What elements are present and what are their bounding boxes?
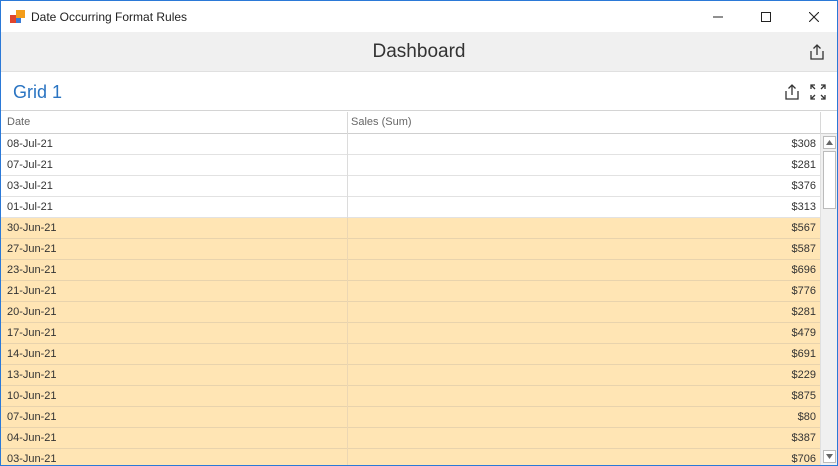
grid-item-header: Grid 1 xyxy=(1,73,837,111)
cell-divider xyxy=(347,302,348,323)
column-header-date[interactable]: Date xyxy=(7,116,30,128)
cell-date: 03-Jun-21 xyxy=(7,453,57,465)
scroll-thumb[interactable] xyxy=(823,151,836,209)
table-row[interactable]: 13-Jun-21 $229 xyxy=(1,365,820,386)
table-row[interactable]: 21-Jun-21 $776 xyxy=(1,281,820,302)
minimize-button[interactable] xyxy=(695,1,741,32)
cell-date: 20-Jun-21 xyxy=(7,306,57,318)
column-divider xyxy=(820,112,821,134)
cell-sales: $691 xyxy=(791,348,816,360)
cell-divider xyxy=(347,134,348,155)
cell-divider xyxy=(347,197,348,218)
cell-sales: $281 xyxy=(791,306,816,318)
cell-divider xyxy=(347,239,348,260)
dashboard-header: Dashboard xyxy=(1,32,837,72)
cell-sales: $587 xyxy=(791,243,816,255)
grid-title: Grid 1 xyxy=(13,82,63,102)
cell-divider xyxy=(347,386,348,407)
table-row[interactable]: 14-Jun-21 $691 xyxy=(1,344,820,365)
table-row[interactable]: 03-Jun-21 $706 xyxy=(1,449,820,465)
table-row[interactable]: 04-Jun-21 $387 xyxy=(1,428,820,449)
dashboard-title: Dashboard xyxy=(372,41,466,62)
table-row[interactable]: 23-Jun-21 $696 xyxy=(1,260,820,281)
cell-date: 13-Jun-21 xyxy=(7,369,57,381)
scroll-down-button[interactable] xyxy=(823,450,836,463)
cell-date: 27-Jun-21 xyxy=(7,243,57,255)
cell-divider xyxy=(347,407,348,428)
export-icon[interactable] xyxy=(808,43,826,61)
cell-sales: $479 xyxy=(791,327,816,339)
grid-column-headers: Date Sales (Sum) xyxy=(1,112,837,134)
cell-sales: $696 xyxy=(791,264,816,276)
column-header-sales[interactable]: Sales (Sum) xyxy=(351,116,412,128)
vertical-scrollbar[interactable] xyxy=(820,134,837,465)
cell-sales: $875 xyxy=(791,390,816,402)
cell-sales: $80 xyxy=(797,411,816,423)
export-icon[interactable] xyxy=(783,83,801,101)
cell-divider xyxy=(347,260,348,281)
cell-date: 21-Jun-21 xyxy=(7,285,57,297)
cell-divider xyxy=(347,176,348,197)
cell-divider xyxy=(347,428,348,449)
cell-sales: $567 xyxy=(791,222,816,234)
cell-date: 03-Jul-21 xyxy=(7,180,53,192)
cell-divider xyxy=(347,344,348,365)
app-logo-icon xyxy=(10,10,25,23)
column-divider[interactable] xyxy=(347,112,348,134)
grid-rows: 08-Jul-21 $308 07-Jul-21 $281 03-Jul-21 $376 0… xyxy=(1,134,820,465)
scroll-up-button[interactable] xyxy=(823,136,836,149)
table-row[interactable]: 07-Jul-21 $281 xyxy=(1,155,820,176)
title-bar[interactable]: Date Occurring Format Rules xyxy=(1,1,837,32)
cell-date: 08-Jul-21 xyxy=(7,138,53,150)
cell-divider xyxy=(347,323,348,344)
cell-divider xyxy=(347,218,348,239)
cell-date: 30-Jun-21 xyxy=(7,222,57,234)
chevron-up-icon xyxy=(826,140,833,145)
table-row[interactable]: 01-Jul-21 $313 xyxy=(1,197,820,218)
cell-sales: $281 xyxy=(791,159,816,171)
window-title: Date Occurring Format Rules xyxy=(31,10,188,24)
cell-sales: $387 xyxy=(791,432,816,444)
cell-divider xyxy=(347,365,348,386)
cell-date: 01-Jul-21 xyxy=(7,201,53,213)
maximize-icon xyxy=(761,11,771,22)
cell-date: 07-Jun-21 xyxy=(7,411,57,423)
cell-sales: $376 xyxy=(791,180,816,192)
cell-date: 04-Jun-21 xyxy=(7,432,57,444)
table-row[interactable]: 27-Jun-21 $587 xyxy=(1,239,820,260)
maximize-icon[interactable] xyxy=(809,83,827,101)
cell-divider xyxy=(347,281,348,302)
table-row[interactable]: 30-Jun-21 $567 xyxy=(1,218,820,239)
chevron-down-icon xyxy=(826,454,833,459)
cell-date: 07-Jul-21 xyxy=(7,159,53,171)
cell-divider xyxy=(347,155,348,176)
app-window: Date Occurring Format Rules Dashboard Gr… xyxy=(0,0,838,466)
cell-date: 23-Jun-21 xyxy=(7,264,57,276)
table-row[interactable]: 07-Jun-21 $80 xyxy=(1,407,820,428)
table-row[interactable]: 20-Jun-21 $281 xyxy=(1,302,820,323)
cell-sales: $229 xyxy=(791,369,816,381)
cell-divider xyxy=(347,449,348,465)
minimize-icon xyxy=(713,16,723,17)
table-row[interactable]: 10-Jun-21 $875 xyxy=(1,386,820,407)
table-row[interactable]: 08-Jul-21 $308 xyxy=(1,134,820,155)
maximize-button[interactable] xyxy=(743,1,789,32)
table-row[interactable]: 03-Jul-21 $376 xyxy=(1,176,820,197)
table-row[interactable]: 17-Jun-21 $479 xyxy=(1,323,820,344)
cell-date: 10-Jun-21 xyxy=(7,390,57,402)
cell-sales: $313 xyxy=(791,201,816,213)
cell-sales: $308 xyxy=(791,138,816,150)
cell-date: 17-Jun-21 xyxy=(7,327,57,339)
cell-date: 14-Jun-21 xyxy=(7,348,57,360)
cell-sales: $776 xyxy=(791,285,816,297)
close-button[interactable] xyxy=(791,1,837,32)
cell-sales: $706 xyxy=(791,453,816,465)
close-icon xyxy=(809,11,819,22)
